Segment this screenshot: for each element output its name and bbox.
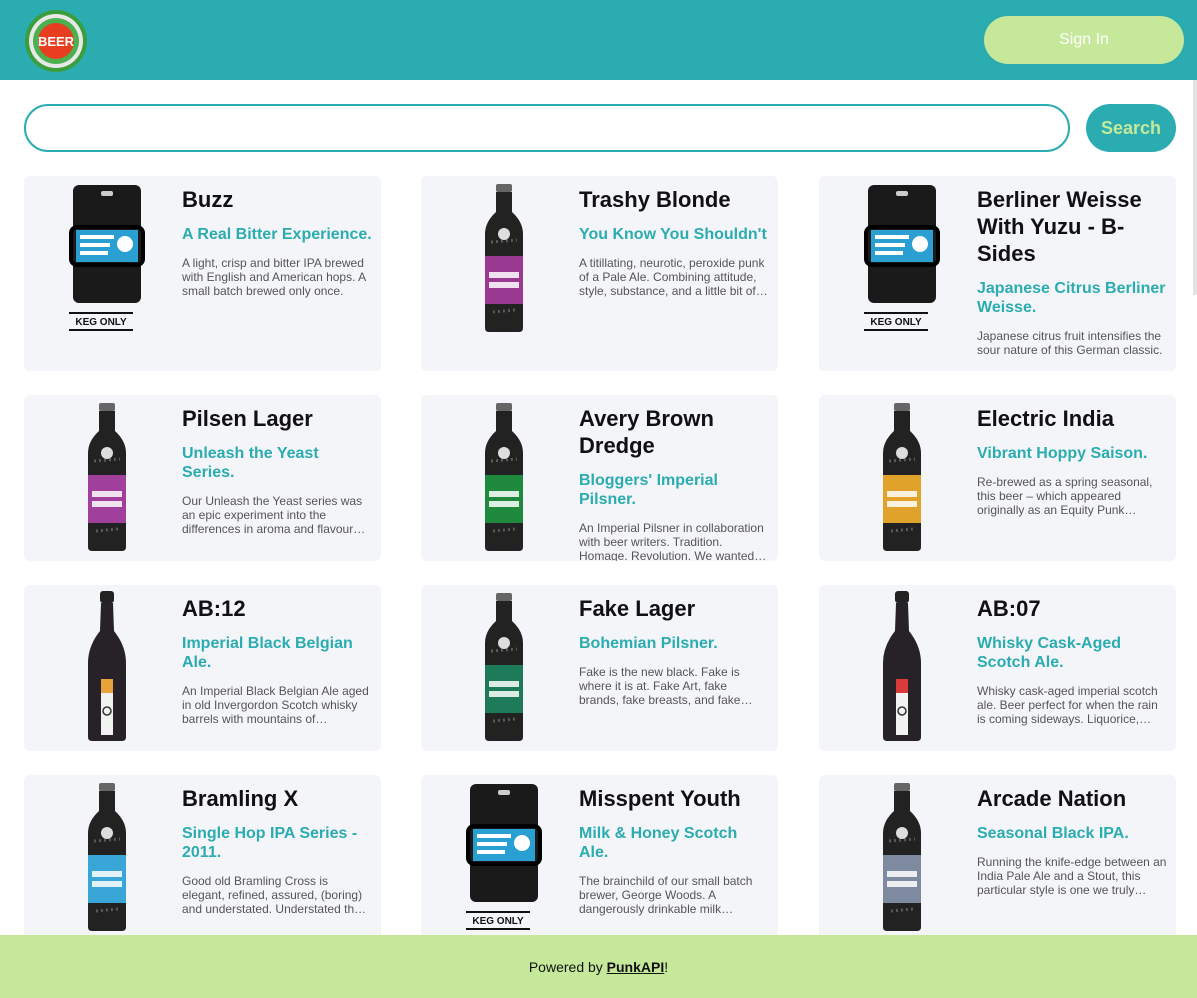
beer-card-body: Electric India Vibrant Hoppy Saison. Re-br… xyxy=(977,405,1167,517)
beer-tagline: Whisky Cask-Aged Scotch Ale. xyxy=(977,635,1122,671)
beer-tagline: Single Hop IPA Series - 2011. xyxy=(182,825,358,861)
search-button[interactable]: Search xyxy=(1086,104,1176,152)
beer-tagline: Milk & Honey Scotch Ale. xyxy=(579,825,738,861)
beer-name: Arcade Nation xyxy=(977,786,1127,811)
beer-keg-image: KEG ONLY xyxy=(461,781,547,945)
beer-card-body: Avery Brown Dredge Bloggers' Imperial Pil… xyxy=(579,405,769,561)
keg-only-label: KEG ONLY xyxy=(472,916,524,927)
beer-card[interactable]: KEG ONLY Misspent Youth Milk & Honey Scotc… xyxy=(421,775,778,945)
beer-name: Avery Brown Dredge xyxy=(579,406,714,458)
punkapi-link[interactable]: PunkAPI xyxy=(607,959,665,975)
beer-bottle-image xyxy=(859,401,945,556)
beer-name: Fake Lager xyxy=(579,596,696,621)
beer-card[interactable]: Avery Brown Dredge Bloggers' Imperial Pil… xyxy=(421,395,778,561)
beer-description: Fake is the new black. Fake is where it … xyxy=(579,665,741,707)
beer-card-body: Pilsen Lager Unleash the Yeast Series. Our… xyxy=(182,405,372,536)
beer-card[interactable]: AB:07 Whisky Cask-Aged Scotch Ale. Whisky … xyxy=(819,585,1176,751)
beer-card[interactable]: Electric India Vibrant Hoppy Saison. Re-br… xyxy=(819,395,1176,561)
beer-name: Bramling X xyxy=(182,786,299,811)
beer-description: A light, crisp and bitter IPA brewed wit… xyxy=(182,256,366,298)
beer-description: Running the knife-edge between an India … xyxy=(977,855,1167,897)
beer-keg-image: KEG ONLY xyxy=(859,182,945,347)
beer-card[interactable]: KEG ONLY Berliner Weisse With Yuzu - B-Si… xyxy=(819,176,1176,371)
beer-bottle-image xyxy=(461,182,547,337)
footer-suffix: ! xyxy=(664,958,669,975)
beer-card-body: Misspent Youth Milk & Honey Scotch Ale. Th… xyxy=(579,785,769,916)
beer-name: Electric India xyxy=(977,406,1114,431)
beer-card[interactable]: KEG ONLY Buzz A Real Bitter Experience. A l… xyxy=(24,176,381,371)
search-input[interactable] xyxy=(24,104,1070,152)
beer-tagline: Imperial Black Belgian Ale. xyxy=(182,635,353,671)
beer-tagline: Bloggers' Imperial Pilsner. xyxy=(579,472,718,508)
beer-bottle-image xyxy=(461,401,547,556)
beer-bottle-image xyxy=(64,781,150,936)
beer-name: Pilsen Lager xyxy=(182,406,313,431)
beer-card-body: Arcade Nation Seasonal Black IPA. Running … xyxy=(977,785,1167,897)
beer-bottle-image xyxy=(461,591,547,746)
beer-card[interactable]: Fake Lager Bohemian Pilsner. Fake is the n… xyxy=(421,585,778,751)
beer-card[interactable]: Trashy Blonde You Know You Shouldn't A tit… xyxy=(421,176,778,371)
beer-card-body: AB:12 Imperial Black Belgian Ale. An Imper… xyxy=(182,595,372,726)
beer-tagline: Unleash the Yeast Series. xyxy=(182,445,319,481)
beer-description: Our Unleash the Yeast series was an epic… xyxy=(182,494,366,536)
top-header: BEER Sign In xyxy=(0,0,1197,80)
beer-card[interactable]: AB:12 Imperial Black Belgian Ale. An Imper… xyxy=(24,585,381,751)
beer-bottle-image xyxy=(64,401,150,556)
scrollbar[interactable] xyxy=(1193,80,1197,295)
beer-bottle-image xyxy=(859,781,945,936)
beer-keg-image: KEG ONLY xyxy=(64,182,150,347)
beer-cap-logo[interactable]: BEER xyxy=(24,9,88,73)
beer-description: Re-brewed as a spring seasonal, this bee… xyxy=(977,475,1153,517)
beer-tagline: You Know You Shouldn't xyxy=(579,226,767,243)
beer-card-body: Fake Lager Bohemian Pilsner. Fake is the n… xyxy=(579,595,769,707)
beer-card[interactable]: Pilsen Lager Unleash the Yeast Series. Our… xyxy=(24,395,381,561)
beer-description: Japanese citrus fruit intensifies the so… xyxy=(977,329,1163,357)
beer-name: Berliner Weisse With Yuzu - B-Sides xyxy=(977,187,1142,266)
beer-tagline: Japanese Citrus Berliner Weisse. xyxy=(977,280,1166,316)
footer-prefix: Powered by xyxy=(528,958,603,975)
beer-card-body: Trashy Blonde You Know You Shouldn't A tit… xyxy=(579,186,769,298)
beer-card[interactable]: Bramling X Single Hop IPA Series - 2011. G… xyxy=(24,775,381,945)
beer-description: An Imperial Pilsner in collaboration wit… xyxy=(579,521,764,561)
footer: Powered by PunkAPI! xyxy=(0,935,1197,998)
beer-card-body: Bramling X Single Hop IPA Series - 2011. G… xyxy=(182,785,372,916)
logo-text: BEER xyxy=(38,34,75,49)
beer-description: The brainchild of our small batch brewer… xyxy=(579,874,753,916)
keg-only-label: KEG ONLY xyxy=(75,317,127,328)
beer-description: An Imperial Black Belgian Ale aged in ol… xyxy=(182,684,369,726)
beer-name: Trashy Blonde xyxy=(579,187,731,212)
beer-name: AB:07 xyxy=(977,596,1041,621)
beer-card[interactable]: Arcade Nation Seasonal Black IPA. Running … xyxy=(819,775,1176,945)
beer-tagline: Vibrant Hoppy Saison. xyxy=(977,445,1148,462)
keg-only-label: KEG ONLY xyxy=(870,317,922,328)
beer-description: Whisky cask-aged imperial scotch ale. Be… xyxy=(977,684,1158,726)
beer-description: Good old Bramling Cross is elegant, refi… xyxy=(182,874,365,916)
beer-bottle-image xyxy=(859,591,945,746)
beer-card-body: Buzz A Real Bitter Experience. A light, cr… xyxy=(182,186,372,298)
beer-name: Buzz xyxy=(182,187,234,212)
beer-card-body: Berliner Weisse With Yuzu - B-Sides Japan… xyxy=(977,186,1167,357)
beer-tagline: Bohemian Pilsner. xyxy=(579,635,718,652)
beer-name: AB:12 xyxy=(182,596,246,621)
beer-card-body: AB:07 Whisky Cask-Aged Scotch Ale. Whisky … xyxy=(977,595,1167,726)
beer-tagline: Seasonal Black IPA. xyxy=(977,825,1129,842)
beer-name: Misspent Youth xyxy=(579,786,741,811)
beer-tagline: A Real Bitter Experience. xyxy=(182,226,372,243)
beer-bottle-image xyxy=(64,591,150,746)
sign-in-button[interactable]: Sign In xyxy=(984,16,1184,64)
beer-description: A titillating, neurotic, peroxide punk o… xyxy=(579,256,768,298)
